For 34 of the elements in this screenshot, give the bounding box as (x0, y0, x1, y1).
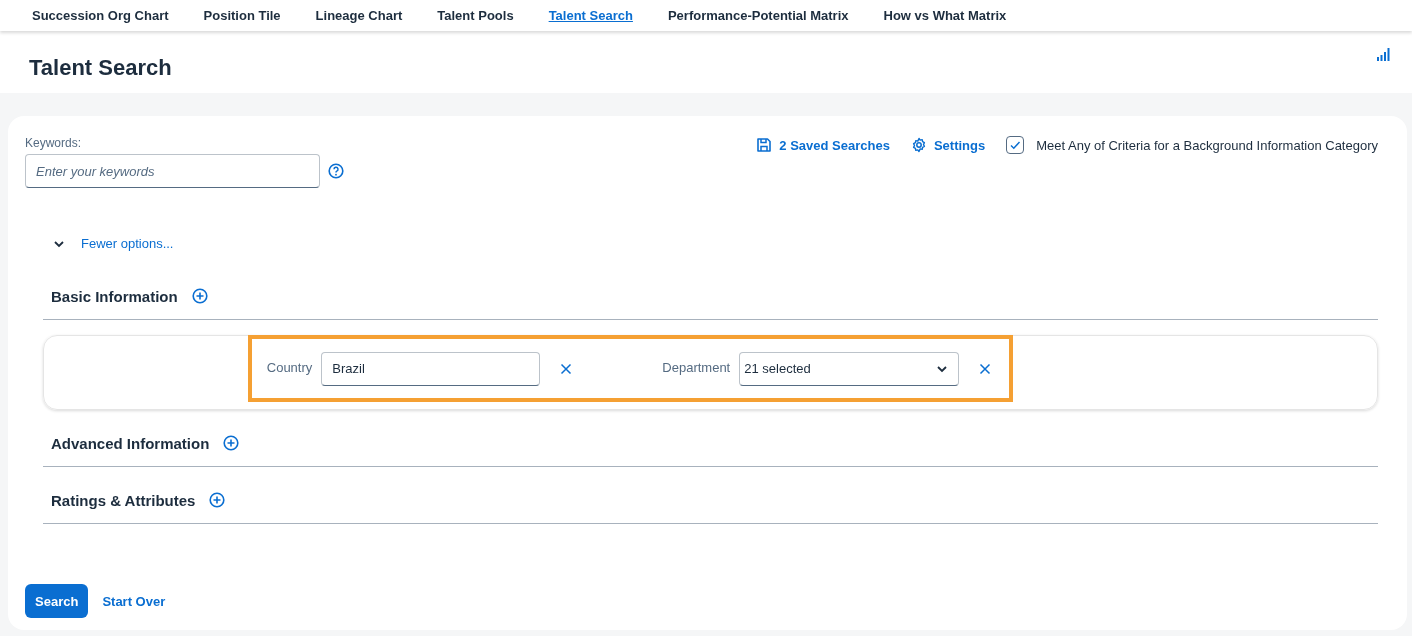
saved-searches-link[interactable]: 2 Saved Searches (779, 137, 890, 153)
close-icon[interactable] (979, 362, 992, 375)
search-button[interactable]: Search (25, 584, 89, 618)
nav-tab[interactable]: How vs What Matrix (883, 8, 1007, 23)
add-icon[interactable] (191, 288, 208, 304)
nav-tab[interactable]: Position Tile (203, 8, 281, 23)
check-icon (1009, 139, 1022, 151)
bar-chart-icon[interactable] (1377, 48, 1391, 61)
section-title: Ratings & Attributes (51, 491, 196, 509)
help-icon[interactable] (328, 163, 344, 179)
nav-tab[interactable]: Succession Org Chart (32, 8, 169, 23)
filter-field[interactable]: Brazil (321, 351, 541, 386)
nav-tab[interactable]: Talent Search (548, 8, 633, 23)
filter-dropdown[interactable]: 21 selected (739, 351, 960, 386)
start-over-link[interactable]: Start Over (102, 593, 166, 609)
settings-link[interactable]: Settings (933, 137, 986, 153)
keywords-label: Keywords: (25, 136, 83, 150)
settings-icon (910, 137, 927, 153)
add-icon[interactable] (223, 435, 240, 451)
nav-tab[interactable]: Talent Pools (437, 8, 514, 23)
section-title: Basic Information (51, 287, 178, 305)
filter-label: Country (266, 359, 313, 375)
section-title: Advanced Information (51, 434, 210, 452)
page-title: Talent Search (29, 55, 172, 82)
nav-tab[interactable]: Performance-Potential Matrix (667, 8, 849, 23)
nav-tab[interactable]: Lineage Chart (315, 8, 403, 23)
fewer-options-link[interactable]: Fewer options... (81, 236, 174, 251)
keywords-field[interactable]: Enter your keywords (25, 154, 320, 188)
close-icon[interactable] (560, 362, 573, 375)
criteria-checkbox[interactable] (1006, 136, 1025, 154)
filter-label: Department (662, 359, 731, 375)
save-icon (756, 137, 773, 153)
add-icon[interactable] (209, 492, 226, 508)
criteria-label: Meet Any of Criteria for a Background Information Category (1036, 137, 1378, 153)
